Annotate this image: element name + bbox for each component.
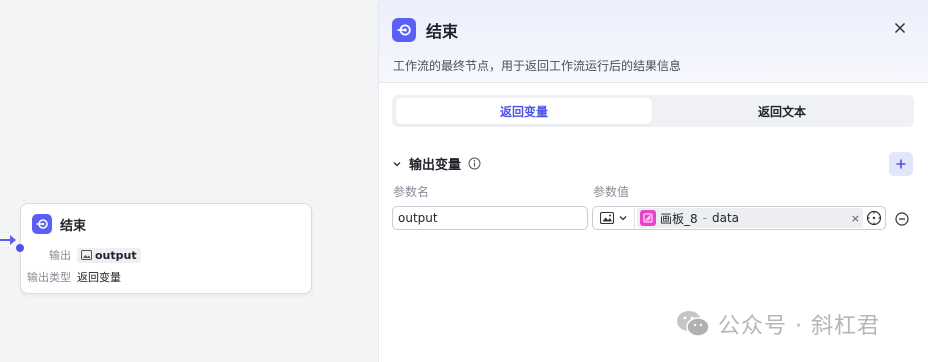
add-variable-button[interactable] — [889, 152, 913, 176]
node-type-value: 返回变量 — [77, 271, 121, 284]
reference-node-name: 画板_8 — [660, 211, 698, 226]
watermark-text: 公众号 · 斜杠君 — [718, 314, 880, 339]
param-name-input[interactable] — [392, 206, 588, 230]
node-type-label: 输出类型 — [27, 271, 71, 284]
return-mode-tabs: 返回变量 返回文本 — [392, 95, 914, 127]
plus-icon — [896, 159, 906, 169]
clear-reference-button[interactable]: × — [851, 212, 860, 225]
minus-circle-icon[interactable] — [895, 211, 909, 226]
output-chip: output — [77, 247, 141, 263]
param-value-field: 画板_8 - data × — [592, 206, 886, 230]
image-icon — [81, 250, 92, 260]
section-title: 输出变量 — [409, 158, 462, 173]
param-name-label: 参数名 — [393, 185, 430, 199]
tab-return-text[interactable]: 返回文本 — [654, 98, 910, 124]
reference-field-name: data — [711, 211, 740, 225]
chevron-down-icon — [619, 216, 626, 221]
node-output-label: 输出 — [49, 249, 71, 262]
panel-description: 工作流的最终节点，用于返回工作流运行后的结果信息 — [393, 59, 682, 73]
param-value-label: 参数值 — [593, 185, 630, 199]
end-icon — [32, 214, 52, 234]
end-node-card[interactable]: 结束 输出 output 输出类型 返回变量 — [16, 203, 312, 294]
output-chip-text: output — [95, 248, 137, 262]
reference-separator: - — [702, 211, 707, 225]
output-variables-section[interactable]: 输出变量 — [392, 154, 481, 173]
end-icon — [392, 18, 416, 42]
value-type-select[interactable] — [593, 207, 635, 229]
node-title: 结束 — [60, 218, 87, 234]
tab-return-variable[interactable]: 返回变量 — [396, 98, 652, 124]
watermark: 公众号 · 斜杠君 — [676, 308, 880, 340]
workflow-canvas[interactable] — [0, 0, 378, 362]
info-icon[interactable] — [468, 157, 481, 170]
incoming-edge-arrow — [0, 235, 16, 245]
canvas-node-icon — [640, 210, 656, 226]
panel-title: 结束 — [426, 22, 459, 41]
variable-reference-tag[interactable]: 画板_8 - data × — [637, 208, 863, 228]
variable-picker-icon[interactable] — [863, 207, 885, 229]
image-icon — [599, 212, 614, 224]
chevron-down-icon[interactable] — [392, 159, 402, 169]
close-icon[interactable] — [892, 20, 908, 36]
wechat-icon — [677, 311, 710, 337]
